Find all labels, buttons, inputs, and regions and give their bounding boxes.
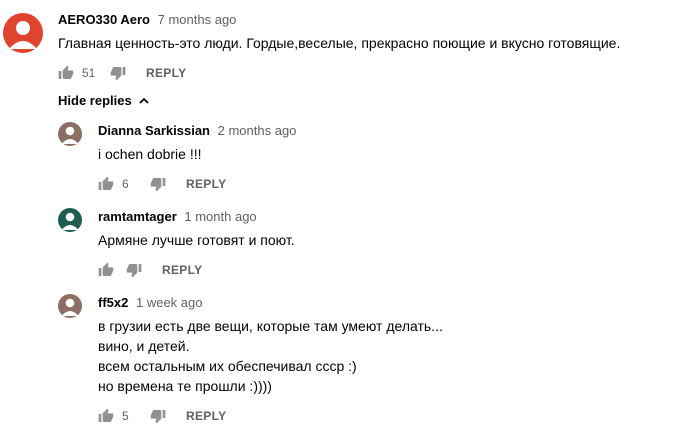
avatar[interactable]: [58, 208, 82, 232]
hide-replies-label: Hide replies: [58, 93, 132, 108]
dislike-icon[interactable]: [150, 408, 166, 424]
like-count: 5: [122, 409, 129, 423]
author-name[interactable]: ff5x2: [98, 295, 128, 310]
author-name[interactable]: AERO330 Aero: [58, 12, 150, 27]
like-count: 6: [122, 177, 129, 191]
avatar[interactable]: [58, 294, 82, 318]
reply-button[interactable]: REPLY: [186, 177, 226, 191]
timestamp[interactable]: 2 months ago: [218, 123, 297, 138]
dislike-icon[interactable]: [126, 262, 142, 278]
dislike-icon[interactable]: [110, 65, 126, 81]
author-name[interactable]: Dianna Sarkissian: [98, 123, 210, 138]
comment-actions: REPLY: [98, 260, 202, 280]
comment-text: i ochen dobrie !!!: [98, 146, 202, 162]
user-avatar-icon: [3, 13, 43, 53]
chevron-up-icon: [139, 97, 149, 104]
comment-text-line: в грузии есть две вещи, которые там умею…: [98, 318, 443, 334]
comment-text-line: но времена те прошли :)))): [98, 378, 272, 394]
reply-button[interactable]: REPLY: [186, 409, 226, 423]
user-avatar-icon: [58, 122, 82, 146]
comment-text: Главная ценность-это люди. Гордые,веселы…: [58, 35, 621, 51]
comment-text-line: вино, и детей.: [98, 338, 190, 354]
comment-text-line: всем остальным их обеспечивал ссср :): [98, 358, 357, 374]
avatar[interactable]: [58, 122, 82, 146]
timestamp[interactable]: 7 months ago: [158, 12, 237, 27]
comment-header: Dianna Sarkissian 2 months ago: [98, 123, 296, 138]
hide-replies-button[interactable]: Hide replies: [58, 93, 150, 108]
like-icon[interactable]: [58, 65, 74, 81]
comment-actions: 6 REPLY: [98, 174, 226, 194]
timestamp[interactable]: 1 week ago: [136, 295, 203, 310]
user-avatar-icon: [58, 208, 82, 232]
comment-header: ff5x2 1 week ago: [98, 295, 202, 310]
like-icon[interactable]: [98, 408, 114, 424]
dislike-icon[interactable]: [150, 176, 166, 192]
reply-button[interactable]: REPLY: [146, 66, 186, 80]
like-icon[interactable]: [98, 176, 114, 192]
timestamp[interactable]: 1 month ago: [184, 209, 256, 224]
comment-actions: 5 REPLY: [98, 406, 226, 426]
reply-button[interactable]: REPLY: [162, 263, 202, 277]
comment-text: Армяне лучше готовят и поют.: [98, 232, 295, 248]
avatar[interactable]: [3, 13, 43, 53]
like-count: 51: [82, 66, 96, 80]
comment-header: ramtamtager 1 month ago: [98, 209, 257, 224]
user-avatar-icon: [58, 294, 82, 318]
comment-header: AERO330 Aero 7 months ago: [58, 12, 236, 27]
comment-actions: 51 REPLY: [58, 63, 186, 83]
author-name[interactable]: ramtamtager: [98, 209, 177, 224]
like-icon[interactable]: [98, 262, 114, 278]
